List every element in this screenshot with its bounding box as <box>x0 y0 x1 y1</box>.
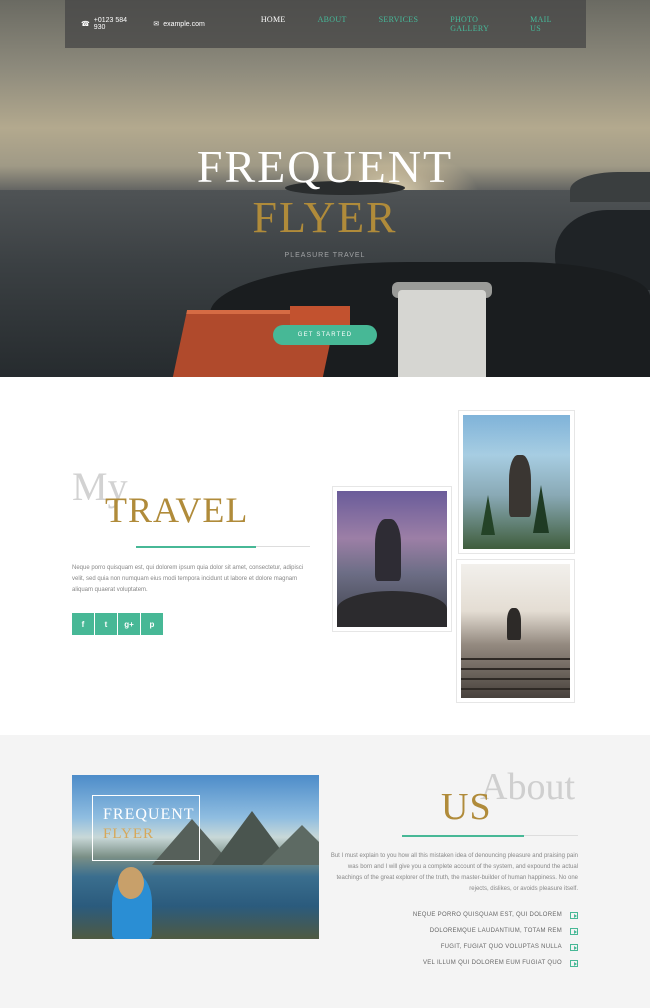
travel-title: TRAVEL <box>105 490 249 530</box>
hiker-figure <box>375 519 401 581</box>
about-image-title2: FLYER <box>103 826 155 842</box>
list-item[interactable]: DOLOREMQUE LAUDANTIUM, TOTAM REM <box>380 923 578 939</box>
hero-title-line2: FLYER <box>252 193 398 242</box>
about-list: NEQUE PORRO QUISQUAM EST, QUI DOLOREM DO… <box>380 907 578 971</box>
phone-icon: ☎ <box>81 21 90 28</box>
travel-photo-hiker-sunset[interactable] <box>332 486 452 632</box>
arrow-right-icon <box>570 911 578 919</box>
list-item[interactable]: FUGIT, FUGIAT QUO VOLUPTAS NULLA <box>380 939 578 955</box>
top-bar: ☎ +0123 584 930 ✉ example.com HOME ABOUT… <box>65 0 586 48</box>
travel-photo-railway[interactable] <box>456 559 575 703</box>
about-image-title1: FREQUENT <box>103 806 195 823</box>
list-item[interactable]: VEL ILLUM QUI DOLOREM EUM FUGIAT QUO <box>380 955 578 971</box>
girl-hair <box>118 867 144 899</box>
list-item[interactable]: NEQUE PORRO QUISQUAM EST, QUI DOLOREM <box>380 907 578 923</box>
walker-figure <box>507 608 521 640</box>
twitter-icon[interactable]: t <box>95 613 117 635</box>
nav-about[interactable]: ABOUT <box>318 15 347 33</box>
mountain <box>262 825 319 865</box>
rail-tie <box>461 678 570 680</box>
main-nav: HOME ABOUT SERVICES PHOTO GALLERY MAIL U… <box>261 15 586 33</box>
hero-subtitle: PLEASURE TRAVEL <box>284 252 366 259</box>
pinterest-icon[interactable]: p <box>141 613 163 635</box>
about-image-caption-box: FREQUENT FLYER <box>92 795 200 861</box>
rail-tie <box>461 688 570 690</box>
about-title: US <box>441 786 492 828</box>
hero-title-line1: FREQUENT <box>196 141 454 192</box>
mail-icon: ✉ <box>153 21 160 28</box>
email-contact[interactable]: ✉ example.com <box>153 20 205 29</box>
email-address: example.com <box>163 20 205 28</box>
arrow-right-icon <box>570 943 578 951</box>
social-links: f t g+ p <box>72 613 163 635</box>
nav-mail-us[interactable]: MAIL US <box>530 15 554 33</box>
about-body: But I must explain to you how all this m… <box>330 853 578 892</box>
arrow-right-icon <box>570 927 578 935</box>
my-travel-section: My TRAVEL Neque porro quisquam est, qui … <box>0 377 650 735</box>
about-us-section: FREQUENT FLYER About US But I must expla… <box>0 735 650 1008</box>
nav-photo-gallery[interactable]: PHOTO GALLERY <box>450 15 498 33</box>
hiker-figure <box>509 455 531 517</box>
nav-home[interactable]: HOME <box>261 15 286 33</box>
rail-tie <box>461 658 570 660</box>
rocky-ledge <box>337 591 447 627</box>
hero-banner: ☎ +0123 584 930 ✉ example.com HOME ABOUT… <box>0 0 650 377</box>
get-started-button[interactable]: GET STARTED <box>273 325 377 345</box>
facebook-icon[interactable]: f <box>72 613 94 635</box>
about-divider-accent <box>402 835 524 837</box>
about-small-word: About <box>480 766 575 808</box>
about-divider <box>524 835 578 836</box>
travel-divider <box>256 546 310 547</box>
arrow-right-icon <box>570 959 578 967</box>
travel-divider-accent <box>136 546 256 548</box>
travel-body: Neque porro quisquam est, qui dolorem ip… <box>72 565 304 593</box>
pine-tree <box>533 485 549 533</box>
google-plus-icon[interactable]: g+ <box>118 613 140 635</box>
pine-tree <box>481 495 495 535</box>
lighthouse <box>398 290 486 377</box>
phone-contact[interactable]: ☎ +0123 584 930 <box>81 17 135 31</box>
about-image: FREQUENT FLYER <box>72 775 319 939</box>
nav-services[interactable]: SERVICES <box>379 15 419 33</box>
travel-photo-hiker-forest[interactable] <box>458 410 575 554</box>
phone-number: +0123 584 930 <box>93 17 128 31</box>
rail-tie <box>461 668 570 670</box>
